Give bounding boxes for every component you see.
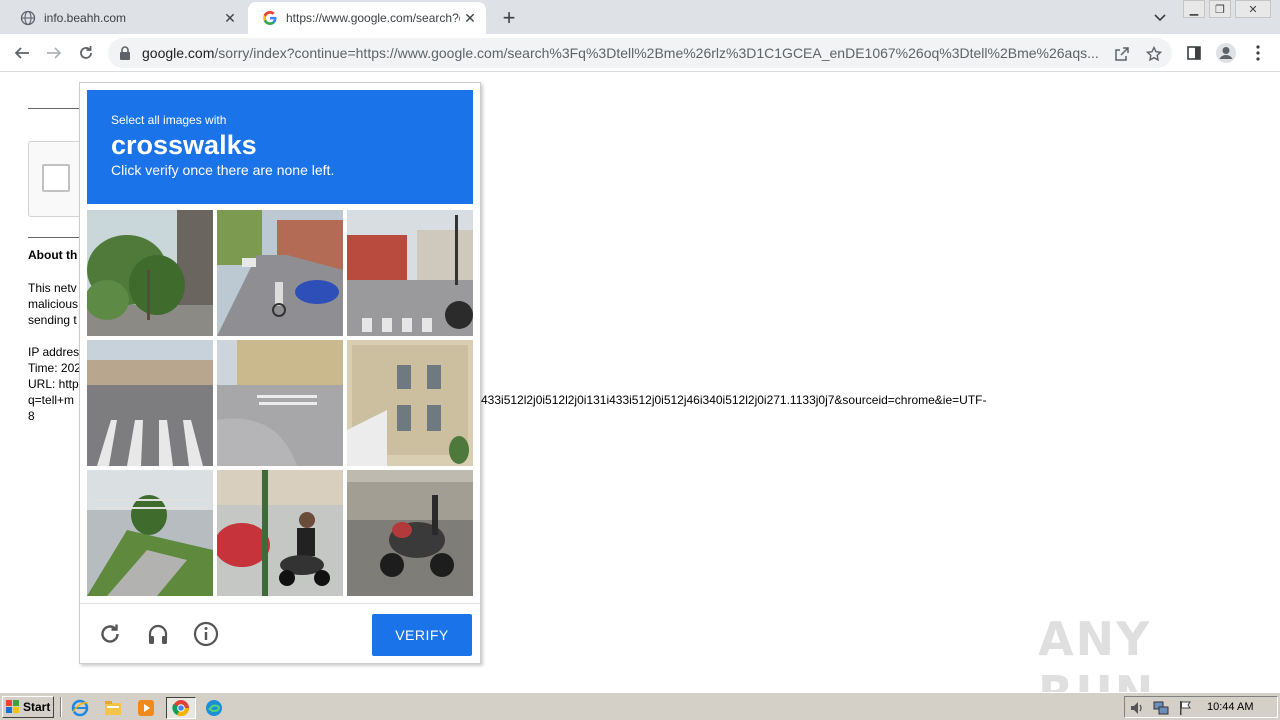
challenge-tile-palm-street[interactable] xyxy=(87,210,213,336)
challenge-subtext: Click verify once there are none left. xyxy=(111,162,335,178)
footer-divider xyxy=(80,603,480,604)
tab-close-icon[interactable]: ✕ xyxy=(220,8,240,28)
about-heading: About th xyxy=(28,248,78,262)
system-tray: 10:44 AM xyxy=(1124,696,1278,718)
details-paragraph: IP addres Time: 202 URL: http q=tell+m 8 xyxy=(28,345,81,423)
network-icon[interactable] xyxy=(1153,700,1169,716)
profile-avatar-icon[interactable] xyxy=(1214,41,1238,65)
back-arrow-icon[interactable] xyxy=(10,41,34,65)
google-icon xyxy=(263,11,277,25)
start-button[interactable]: Start xyxy=(2,696,54,718)
challenge-tile-victorian-house[interactable] xyxy=(347,340,473,466)
globe-icon xyxy=(20,10,36,26)
taskbar-separator xyxy=(60,697,62,717)
tab-title: https://www.google.com/search?q= xyxy=(286,11,460,25)
challenge-tile-parked-scooter[interactable] xyxy=(347,470,473,596)
media-player-icon[interactable] xyxy=(134,697,158,719)
start-label: Start xyxy=(23,700,51,714)
url-continuation: 433i512l2j0i512l2j0i131i433i512j0i512j46… xyxy=(481,393,987,407)
tab-strip: info.beahh.com ✕ https://www.google.com/… xyxy=(0,0,1280,34)
info-icon[interactable] xyxy=(192,620,220,648)
new-tab-icon[interactable]: + xyxy=(497,5,521,30)
headphones-icon[interactable] xyxy=(144,620,172,648)
edge-icon[interactable] xyxy=(202,697,226,719)
restore-icon[interactable]: ❐ xyxy=(1209,0,1231,18)
challenge-tile-front-steps[interactable] xyxy=(87,470,213,596)
info-paragraph: This netv malicious sending t xyxy=(28,281,79,327)
challenge-tile-cyclist-road[interactable] xyxy=(217,210,343,336)
url-text: google.com/sorry/index?continue=https://… xyxy=(142,45,1099,61)
challenge-tile-crosswalk-stripes[interactable] xyxy=(87,340,213,466)
tab-title: info.beahh.com xyxy=(44,11,127,25)
side-panel-icon[interactable] xyxy=(1182,41,1206,65)
minimize-icon[interactable]: ▁ xyxy=(1183,0,1205,18)
challenge-tile-corner-street[interactable] xyxy=(217,340,343,466)
internet-explorer-icon[interactable] xyxy=(68,697,92,719)
window-close-icon[interactable]: ✕ xyxy=(1235,0,1271,18)
lock-icon xyxy=(120,46,130,60)
verify-button[interactable]: VERIFY xyxy=(372,614,472,656)
reload-challenge-icon[interactable] xyxy=(96,620,124,648)
chevron-down-icon[interactable] xyxy=(1150,8,1170,28)
reload-icon[interactable] xyxy=(74,41,98,65)
taskbar-clock[interactable]: 10:44 AM xyxy=(1207,701,1253,713)
challenge-instruction: Select all images with xyxy=(111,113,227,127)
recaptcha-challenge: Select all images with crosswalks Click … xyxy=(79,82,481,664)
forward-arrow-icon[interactable] xyxy=(42,41,66,65)
taskbar: Start 10:44 AM xyxy=(0,692,1280,720)
challenge-header: Select all images with crosswalks Click … xyxy=(87,90,473,204)
share-icon[interactable] xyxy=(1112,44,1132,64)
windows-logo-icon xyxy=(6,700,19,713)
tab-close-icon[interactable]: ✕ xyxy=(460,8,480,28)
bookmark-star-icon[interactable] xyxy=(1144,44,1164,64)
challenge-tile-intersection-corner[interactable] xyxy=(347,210,473,336)
recaptcha-checkbox[interactable] xyxy=(42,164,70,192)
challenge-tile-motorcyclist[interactable] xyxy=(217,470,343,596)
volume-icon[interactable] xyxy=(1129,700,1145,716)
challenge-target: crosswalks xyxy=(111,130,257,160)
browser-toolbar: google.com/sorry/index?continue=https://… xyxy=(0,34,1280,72)
tab-info-beahh[interactable]: info.beahh.com ✕ xyxy=(6,2,246,34)
chrome-taskbar-icon[interactable] xyxy=(166,697,196,719)
action-center-flag-icon[interactable] xyxy=(1177,700,1193,716)
tab-google-search[interactable]: https://www.google.com/search?q= ✕ xyxy=(248,2,486,34)
kebab-menu-icon[interactable] xyxy=(1246,41,1270,65)
file-explorer-icon[interactable] xyxy=(101,697,125,719)
address-bar[interactable]: google.com/sorry/index?continue=https://… xyxy=(108,38,1172,68)
